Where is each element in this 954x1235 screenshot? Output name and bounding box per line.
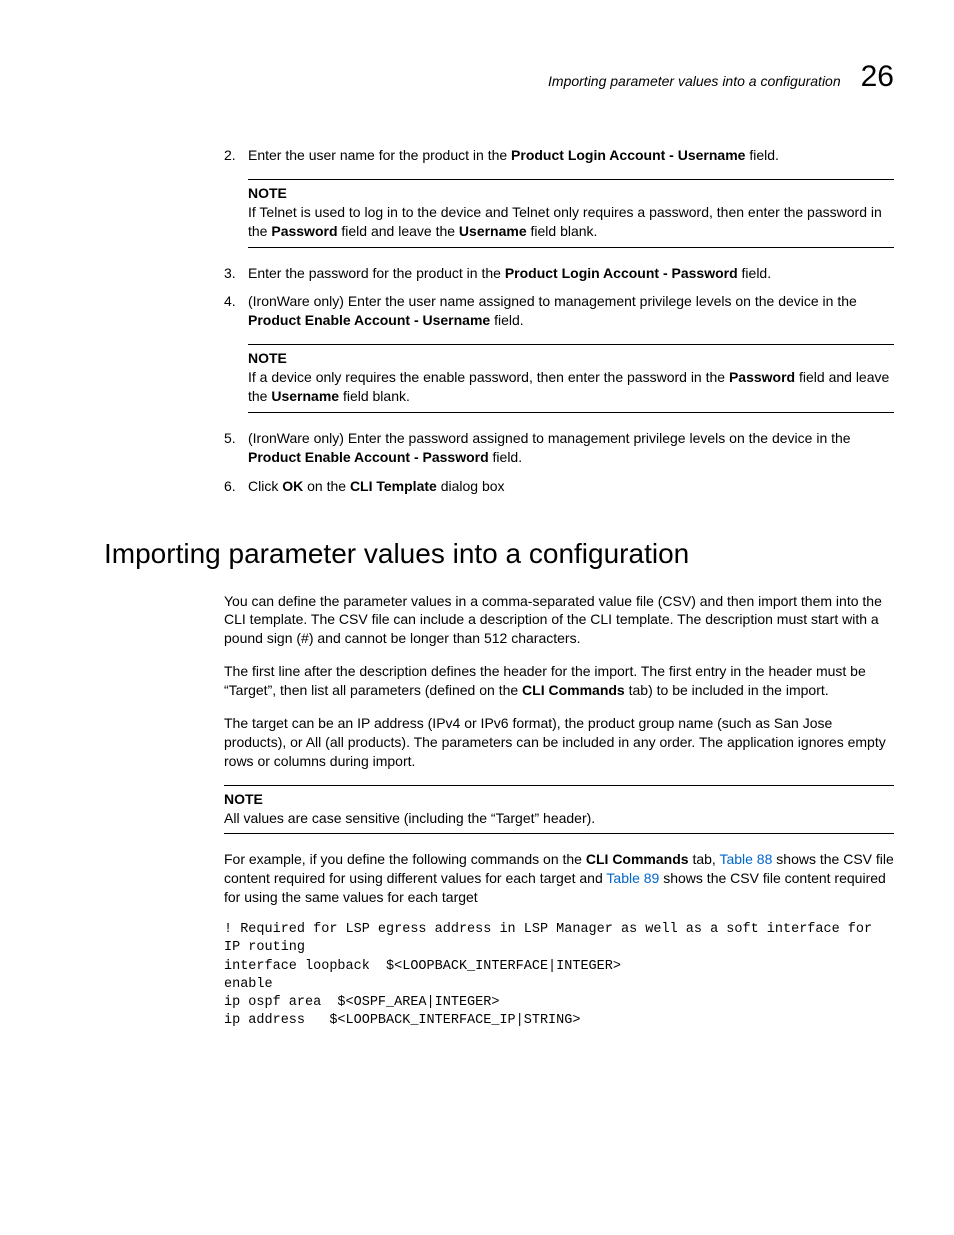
section-heading: Importing parameter values into a config…	[104, 538, 894, 570]
step-number: 5.	[224, 429, 236, 448]
bold-text: CLI Template	[350, 478, 437, 494]
bold-text: OK	[282, 478, 303, 494]
text: The target can be an IP address (IPv4 or…	[224, 715, 886, 769]
text: For example, if you define the following…	[224, 851, 586, 867]
paragraph: The target can be an IP address (IPv4 or…	[224, 714, 894, 771]
note-label: NOTE	[248, 349, 894, 368]
text: field.	[490, 312, 523, 328]
note-block: NOTEIf a device only requires the enable…	[248, 344, 894, 413]
step-number: 3.	[224, 264, 236, 283]
text: on the	[303, 478, 350, 494]
step-text: Enter the user name for the product in t…	[248, 147, 779, 163]
step-number: 6.	[224, 477, 236, 496]
text: field.	[738, 265, 771, 281]
step-text: Enter the password for the product in th…	[248, 265, 771, 281]
step-number: 2.	[224, 146, 236, 165]
step-text: Click OK on the CLI Template dialog box	[248, 478, 505, 494]
running-header-title: Importing parameter values into a config…	[548, 73, 841, 89]
code-block: ! Required for LSP egress address in LSP…	[224, 921, 894, 1030]
note-block: NOTEIf Telnet is used to log in to the d…	[248, 179, 894, 248]
note-label: NOTE	[224, 790, 894, 809]
body-content: 2. Enter the user name for the product in…	[224, 146, 894, 1030]
bold-text: CLI Commands	[522, 682, 625, 698]
text: tab,	[689, 851, 720, 867]
bold-text: Password	[271, 223, 337, 239]
text: If a device only requires the enable pas…	[248, 369, 729, 385]
text: field blank.	[527, 223, 598, 239]
bold-text: Product Login Account - Password	[505, 265, 738, 281]
bold-text: CLI Commands	[586, 851, 689, 867]
note-label: NOTE	[248, 184, 894, 203]
step-item: 4. (IronWare only) Enter the user name as…	[224, 292, 894, 330]
paragraph: You can define the parameter values in a…	[224, 592, 894, 649]
text: field.	[489, 449, 522, 465]
running-header-chapter-number: 26	[861, 60, 894, 94]
bold-text: Password	[729, 369, 795, 385]
step-number: 4.	[224, 292, 236, 311]
section-paragraphs: You can define the parameter values in a…	[224, 592, 894, 771]
note-body: If Telnet is used to log in to the devic…	[248, 204, 882, 239]
text: All values are case sensitive (including…	[224, 810, 595, 826]
text: field and leave the	[338, 223, 459, 239]
bold-text: Product Login Account - Username	[511, 147, 745, 163]
bold-text: Username	[459, 223, 527, 239]
text: (IronWare only) Enter the user name assi…	[248, 293, 857, 309]
running-header: Importing parameter values into a config…	[104, 60, 894, 94]
step-item: 6. Click OK on the CLI Template dialog bo…	[224, 477, 894, 496]
paragraph: The first line after the description def…	[224, 662, 894, 700]
text: Click	[248, 478, 282, 494]
text: (IronWare only) Enter the password assig…	[248, 430, 851, 446]
bold-text: Product Enable Account - Password	[248, 449, 489, 465]
steps-list: 2. Enter the user name for the product in…	[224, 146, 894, 496]
cross-reference-link[interactable]: Table 88	[719, 851, 772, 867]
text: tab) to be included in the import.	[625, 682, 829, 698]
text: field.	[745, 147, 778, 163]
note-block: NOTE All values are case sensitive (incl…	[224, 785, 894, 835]
step-item: 3. Enter the password for the product in …	[224, 264, 894, 283]
note-body: If a device only requires the enable pas…	[248, 369, 889, 404]
step-text: (IronWare only) Enter the password assig…	[248, 430, 851, 465]
step-item: 5. (IronWare only) Enter the password ass…	[224, 429, 894, 467]
paragraph: For example, if you define the following…	[224, 850, 894, 907]
step-item: 2. Enter the user name for the product in…	[224, 146, 894, 165]
note-body: All values are case sensitive (including…	[224, 810, 595, 826]
bold-text: Product Enable Account - Username	[248, 312, 490, 328]
cross-reference-link[interactable]: Table 89	[606, 870, 659, 886]
bold-text: Username	[271, 388, 339, 404]
text: field blank.	[339, 388, 410, 404]
text: You can define the parameter values in a…	[224, 593, 882, 647]
text: Enter the user name for the product in t…	[248, 147, 511, 163]
text: Enter the password for the product in th…	[248, 265, 505, 281]
text: dialog box	[437, 478, 505, 494]
step-text: (IronWare only) Enter the user name assi…	[248, 293, 857, 328]
